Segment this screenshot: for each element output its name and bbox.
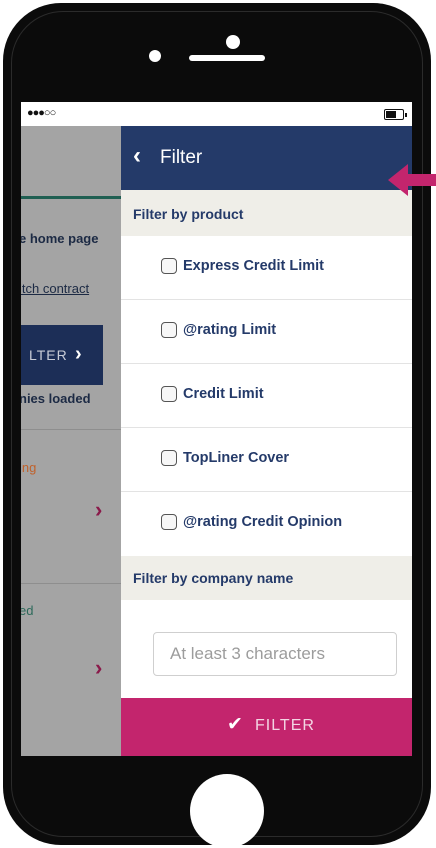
company-section-label: Filter by company name <box>133 570 294 586</box>
list-item-status: ing <box>21 460 37 475</box>
filter-header: ‹ Filter <box>121 126 412 190</box>
divider <box>21 429 121 430</box>
filter-button[interactable]: ✔ FILTER <box>121 698 412 756</box>
background-app: e home page itch contract LTER › nies lo… <box>21 126 121 756</box>
product-option-label[interactable]: @rating Limit <box>183 322 276 338</box>
home-link[interactable]: e home page <box>21 231 98 246</box>
front-camera-icon <box>149 50 161 62</box>
product-option[interactable]: Express Credit Limit <box>121 236 412 300</box>
chevron-right-icon[interactable]: › <box>95 497 102 523</box>
filter-panel: ‹ Filter Filter by product Express Credi… <box>121 126 412 756</box>
camera-icon <box>226 35 240 49</box>
background-filter-label: LTER <box>29 347 68 363</box>
checkbox[interactable] <box>161 258 177 274</box>
product-option[interactable]: @rating Credit Opinion <box>121 492 412 556</box>
company-name-input[interactable] <box>153 632 397 676</box>
product-section-header: Filter by product <box>121 190 412 236</box>
product-option[interactable]: TopLiner Cover <box>121 428 412 492</box>
product-section-label: Filter by product <box>133 206 244 222</box>
battery-icon <box>384 109 407 120</box>
background-filter-button[interactable]: LTER › <box>21 325 103 385</box>
home-button[interactable] <box>190 774 264 848</box>
filter-button-label: FILTER <box>255 717 315 734</box>
divider <box>21 583 121 584</box>
checkbox[interactable] <box>161 450 177 466</box>
checkbox[interactable] <box>161 386 177 402</box>
companies-loaded-text: nies loaded <box>21 391 91 406</box>
product-option-label[interactable]: @rating Credit Opinion <box>183 514 342 530</box>
list-item-status: ed <box>21 603 34 618</box>
signal-icon: ●●●○○ <box>27 107 56 119</box>
checkmark-icon: ✔ <box>227 714 243 735</box>
speaker-grille <box>189 55 265 61</box>
back-chevron-icon[interactable]: ‹ <box>133 142 141 170</box>
page-title: Filter <box>160 147 203 168</box>
divider <box>21 196 121 199</box>
pointer-arrow-icon <box>388 164 436 196</box>
chevron-right-icon: › <box>75 343 82 365</box>
switch-contract-link[interactable]: itch contract <box>21 281 89 296</box>
product-option-label[interactable]: Express Credit Limit <box>183 258 324 274</box>
product-option-label[interactable]: TopLiner Cover <box>183 450 289 466</box>
checkbox[interactable] <box>161 514 177 530</box>
checkbox[interactable] <box>161 322 177 338</box>
status-bar: ●●●○○ <box>21 102 412 126</box>
product-option[interactable]: Credit Limit <box>121 364 412 428</box>
company-section-header: Filter by company name <box>121 556 412 600</box>
screen: ●●●○○ e home page itch contract LTER › n… <box>21 102 412 756</box>
chevron-right-icon[interactable]: › <box>95 655 102 681</box>
product-option[interactable]: @rating Limit <box>121 300 412 364</box>
product-option-label[interactable]: Credit Limit <box>183 386 264 402</box>
